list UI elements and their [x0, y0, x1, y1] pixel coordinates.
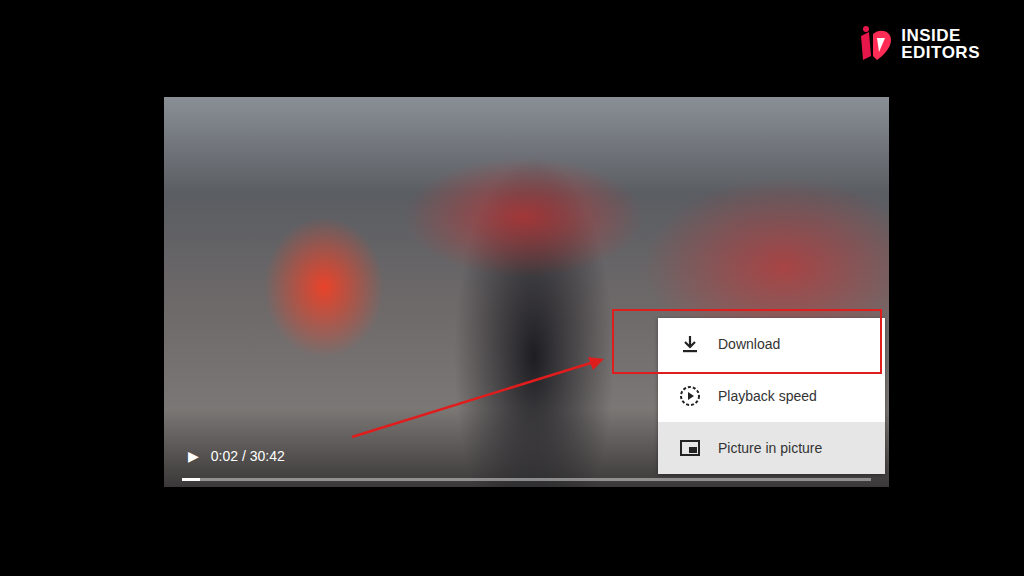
highlight-box: [612, 309, 882, 374]
menu-label: Download: [718, 336, 780, 352]
menu-label: Playback speed: [718, 388, 817, 404]
progress-track[interactable]: [182, 478, 871, 481]
options-menu: Download Playback speed Picture in picture: [658, 318, 885, 474]
progress-fill: [182, 478, 200, 481]
time-display: 0:02 / 30:42: [211, 448, 285, 464]
video-player[interactable]: ▶ 0:02 / 30:42 Download Playback speed Pictu…: [164, 97, 889, 487]
playback-speed-icon: [678, 384, 702, 408]
play-button[interactable]: ▶: [188, 448, 199, 464]
menu-item[interactable]: Playback speed: [658, 370, 885, 422]
picture-in-picture-icon: [678, 436, 702, 460]
menu-item[interactable]: Download: [658, 318, 885, 370]
logo-text: INSIDEEDITORS: [901, 27, 980, 61]
logo-icon: [857, 26, 895, 62]
logo-line: INSIDE: [901, 27, 980, 44]
menu-label: Picture in picture: [718, 440, 822, 456]
inside-editors-logo[interactable]: INSIDEEDITORS: [857, 26, 980, 62]
logo-line: EDITORS: [901, 44, 980, 61]
menu-item[interactable]: Picture in picture: [658, 422, 885, 474]
annotation-arrow-icon: [0, 0, 1024, 576]
download-icon: [678, 332, 702, 356]
